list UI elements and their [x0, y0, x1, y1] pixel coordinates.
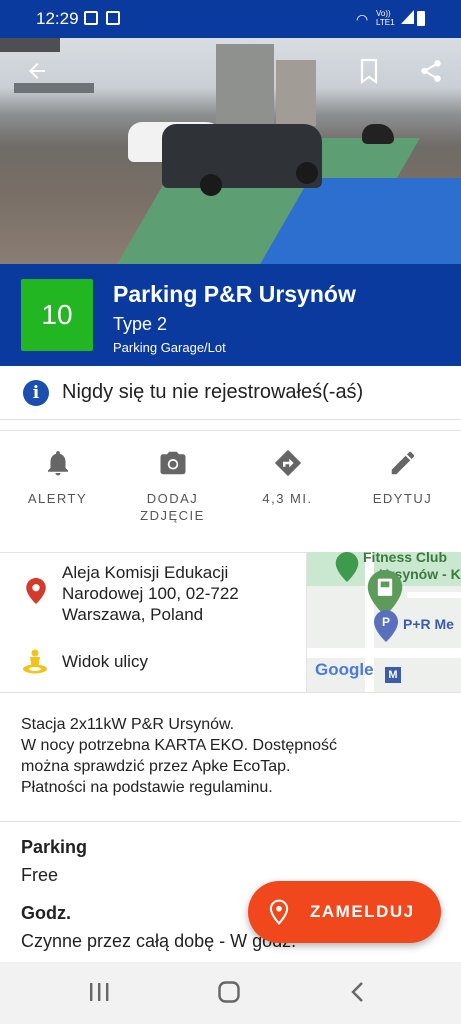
divider — [0, 692, 461, 693]
info-icon: i — [23, 380, 49, 406]
share-button[interactable] — [414, 54, 448, 88]
address-line-2: Narodowej 100, 02-722 — [62, 584, 239, 603]
app-notification-icon — [106, 11, 120, 25]
svg-text:P: P — [382, 615, 390, 629]
back-icon[interactable] — [348, 980, 368, 1004]
network-label: Vo)) LTE1 — [376, 9, 395, 27]
building — [276, 60, 316, 126]
home-icon[interactable] — [217, 980, 241, 1004]
gallery-notification-icon — [84, 11, 98, 25]
parking-pin-icon: P — [374, 610, 398, 642]
alerts-button[interactable]: ALERTY — [0, 448, 115, 507]
building — [216, 44, 274, 126]
check-in-button[interactable]: ZAMELDUJ — [248, 881, 441, 943]
alerts-label: ALERTY — [27, 491, 88, 506]
system-nav-bar — [0, 962, 461, 1024]
camera-icon — [160, 451, 185, 475]
checkin-notice-text: Nigdy się tu nie rejestrowałeś(-aś) — [62, 381, 364, 403]
bookmark-button[interactable] — [352, 54, 386, 88]
status-time: 12:29 — [36, 9, 79, 28]
edit-label: EDYTUJ — [372, 491, 433, 506]
distant-car — [362, 124, 394, 144]
google-logo: Google — [315, 660, 374, 679]
map-road — [307, 648, 461, 658]
location-header: 10 Parking P&R Ursynów Type 2 Parking Ga… — [0, 264, 461, 366]
edit-button[interactable]: EDYTUJ — [345, 448, 460, 507]
recent-apps-icon[interactable] — [88, 980, 110, 1004]
map-pin-icon — [269, 899, 289, 925]
metro-icon: M — [385, 667, 401, 683]
parking-value: Free — [21, 865, 59, 885]
street-view-button[interactable]: Widok ulicy — [0, 638, 305, 686]
pencil-icon — [391, 451, 414, 475]
directions-button[interactable]: 4,3 MI. — [230, 448, 345, 507]
location-map[interactable]: Fitness Club Ursynów - K P P+R Me Google… — [306, 552, 461, 692]
map-label-pr: P+R Me — [403, 616, 454, 632]
car-wheel — [296, 162, 318, 184]
fitness-pin-icon — [335, 552, 359, 582]
connector-type: Type 2 — [113, 314, 168, 334]
map-label-fitness: Fitness Club — [363, 552, 448, 565]
bookmark-icon — [360, 58, 378, 85]
plugscore-badge[interactable]: 10 — [21, 279, 93, 351]
car-wheel — [200, 174, 222, 196]
back-button[interactable] — [20, 54, 54, 88]
share-icon — [421, 60, 441, 82]
signal-icon — [401, 10, 414, 24]
hours-label: Godz. — [21, 903, 71, 923]
address-text: Aleja Komisji Edukacji Narodowej 100, 02… — [62, 562, 239, 625]
address-line-3: Warszawa, Poland — [62, 605, 204, 624]
divider — [0, 821, 461, 822]
arrow-left-icon — [29, 63, 45, 79]
address-line-1: Aleja Komisji Edukacji — [62, 563, 229, 582]
location-pin-icon — [26, 578, 46, 604]
street-view-label: Widok ulicy — [62, 652, 148, 671]
location-kind: Parking Garage/Lot — [113, 340, 226, 355]
status-bar: 12:29 ◠ Vo)) LTE1 — [0, 0, 461, 38]
directions-icon — [274, 449, 301, 477]
wifi-icon: ◠ — [356, 11, 369, 27]
location-description: Stacja 2x11kW P&R Ursynów. W nocy potrze… — [21, 716, 337, 796]
check-in-label: ZAMELDUJ — [310, 902, 415, 921]
battery-icon — [417, 11, 425, 26]
action-row: ALERTY DODAJ ZDJĘCIE 4,3 MI. EDYTUJ — [0, 430, 461, 550]
add-photo-label: DODAJ ZDJĘCIE — [140, 491, 205, 523]
location-title: Parking P&R Ursynów — [113, 281, 356, 307]
street-view-icon — [23, 649, 47, 674]
distance-label: 4,3 MI. — [262, 491, 313, 506]
bell-icon — [47, 451, 68, 476]
map-road — [407, 592, 461, 598]
checkin-notice: i Nigdy się tu nie rejestrowałeś(-aś) — [0, 367, 461, 420]
add-photo-button[interactable]: DODAJ ZDJĘCIE — [115, 448, 230, 524]
location-photo[interactable] — [0, 38, 461, 264]
parking-label: Parking — [21, 837, 88, 857]
canopy — [0, 38, 60, 52]
hours-value: Czynne przez całą dobę - W godz. — [21, 931, 297, 951]
